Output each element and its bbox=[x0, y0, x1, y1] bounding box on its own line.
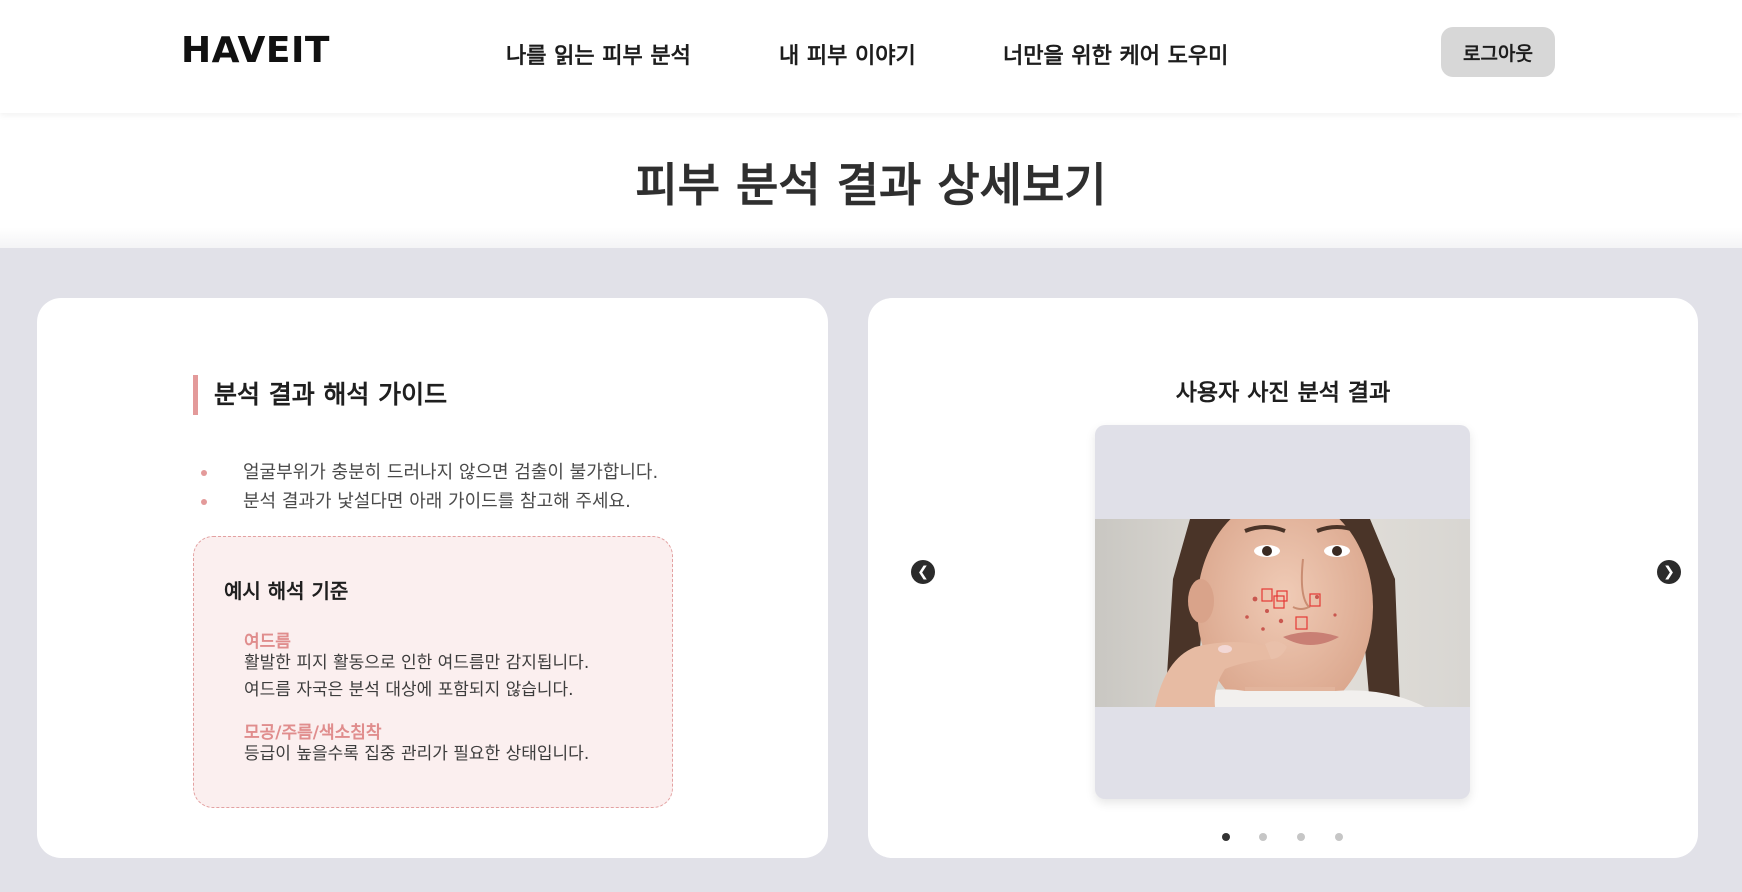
carousel-pagination bbox=[1222, 833, 1350, 843]
chevron-right-icon: ❯ bbox=[1663, 564, 1675, 580]
carousel-dot-3[interactable] bbox=[1297, 833, 1305, 841]
term-acne-desc-line: 활발한 피지 활동으로 인한 여드름만 감지됩니다. bbox=[244, 653, 590, 673]
photo-result-title: 사용자 사진 분석 결과 bbox=[1175, 380, 1391, 406]
carousel-prev-button[interactable]: ❮ bbox=[911, 560, 935, 584]
photo-frame bbox=[1095, 425, 1470, 799]
analyzed-face-photo bbox=[1095, 519, 1470, 707]
carousel-next-button[interactable]: ❯ bbox=[1657, 560, 1681, 584]
title-band: 피부 분석 결과 상세보기 bbox=[0, 113, 1742, 248]
term-pore-wrinkle-pigment: 모공/주름/색소침착 bbox=[244, 723, 382, 743]
logo[interactable]: HAVEIT bbox=[181, 30, 330, 71]
guide-bullet-item: 분석 결과가 낯설다면 아래 가이드를 참고해 주세요. bbox=[200, 487, 658, 516]
example-criteria-title: 예시 해석 기준 bbox=[224, 579, 349, 603]
guide-card: 분석 결과 해석 가이드 얼굴부위가 충분히 드러나지 않으면 검출이 불가합니… bbox=[37, 298, 828, 858]
chevron-left-icon: ❮ bbox=[917, 564, 929, 580]
carousel-dot-1[interactable] bbox=[1222, 833, 1230, 841]
nav-item-care-assistant[interactable]: 너만을 위한 케어 도우미 bbox=[1003, 38, 1228, 70]
guide-bullet-list: 얼굴부위가 충분히 드러나지 않으면 검출이 불가합니다. 분석 결과가 낯설다… bbox=[200, 458, 658, 516]
carousel-dot-4[interactable] bbox=[1335, 833, 1343, 841]
term-pore-wrinkle-pigment-desc-line: 등급이 높을수록 집중 관리가 필요한 상태입니다. bbox=[244, 744, 590, 764]
photo-result-card: 사용자 사진 분석 결과 ❮ ❯ bbox=[868, 298, 1698, 858]
guide-heading: 분석 결과 해석 가이드 bbox=[193, 375, 447, 415]
page-title: 피부 분석 결과 상세보기 bbox=[635, 158, 1107, 212]
term-acne-desc-line: 여드름 자국은 분석 대상에 포함되지 않습니다. bbox=[244, 680, 574, 700]
top-navigation-bar: HAVEIT 나를 읽는 피부 분석 내 피부 이야기 너만을 위한 케어 도우… bbox=[0, 0, 1742, 113]
logout-button[interactable]: 로그아웃 bbox=[1441, 27, 1555, 77]
nav-item-skin-analysis[interactable]: 나를 읽는 피부 분석 bbox=[506, 38, 691, 70]
guide-bullet-item: 얼굴부위가 충분히 드러나지 않으면 검출이 불가합니다. bbox=[200, 458, 658, 487]
nav-item-my-skin-story[interactable]: 내 피부 이야기 bbox=[779, 38, 916, 70]
carousel-dot-2[interactable] bbox=[1259, 833, 1267, 841]
term-acne: 여드름 bbox=[244, 632, 291, 652]
example-criteria-box: 예시 해석 기준 여드름 활발한 피지 활동으로 인한 여드름만 감지됩니다. … bbox=[193, 536, 673, 808]
